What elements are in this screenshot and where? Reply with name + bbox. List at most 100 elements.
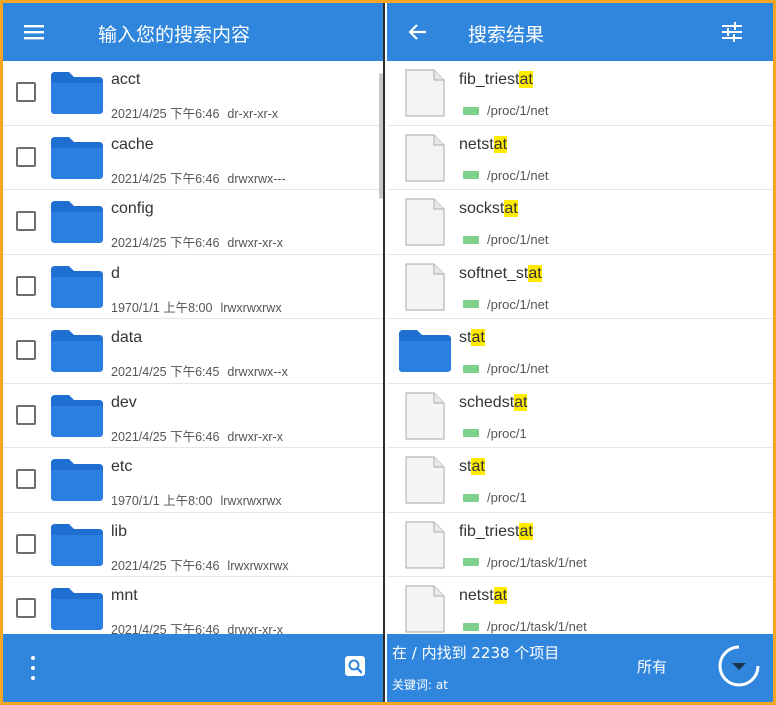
results-count: 在 / 内找到 2238 个项目 <box>392 644 560 662</box>
result-row[interactable]: netstat/proc/1/net <box>387 126 773 190</box>
file-row[interactable]: config 2021/4/25 下午6:46 drwxr-xr-x <box>3 190 383 255</box>
result-name: fib_triestat <box>459 522 533 541</box>
folder-icon <box>49 135 105 186</box>
scrollbar[interactable] <box>379 73 383 199</box>
spinner-icon[interactable] <box>717 644 761 693</box>
file-icon <box>404 262 446 317</box>
match-highlight: at <box>493 587 508 604</box>
result-row[interactable]: fib_triestat/proc/1/task/1/net <box>387 513 773 577</box>
scope-selector[interactable]: 所有 <box>637 656 667 677</box>
file-name: cache <box>111 135 154 153</box>
result-row[interactable]: stat/proc/1 <box>387 448 773 513</box>
match-highlight: at <box>519 71 533 88</box>
file-row[interactable]: dev 2021/4/25 下午6:46 drwxr-xr-x <box>3 384 383 448</box>
file-date: 2021/4/25 下午6:46 <box>111 236 220 250</box>
select-checkbox[interactable] <box>16 598 36 618</box>
result-row[interactable]: softnet_stat/proc/1/net <box>387 255 773 319</box>
folder-icon <box>49 199 105 250</box>
result-name: softnet_stat <box>459 264 542 283</box>
file-meta: 2021/4/25 下午6:45 drwxrwx--x <box>111 361 288 380</box>
file-row[interactable]: d 1970/1/1 上午8:00 lrwxrwxrwx <box>3 255 383 319</box>
file-icon <box>404 197 446 252</box>
folder-icon <box>49 393 105 444</box>
file-name: dev <box>111 393 137 411</box>
search-input-placeholder[interactable]: 输入您的搜索内容 <box>98 20 250 47</box>
folder-icon <box>49 264 105 315</box>
file-meta: 2021/4/25 下午6:46 lrwxrwxrwx <box>111 555 289 574</box>
match-highlight: at <box>493 135 508 153</box>
file-permissions: dr-xr-xr-x <box>227 107 279 121</box>
file-date: 1970/1/1 上午8:00 <box>111 300 213 315</box>
file-browser-pane: 输入您的搜索内容 acct 2021/4/25 下午6:46 dr-xr-xr-x c… <box>3 3 385 702</box>
right-app-bar: 搜索结果 <box>387 3 773 61</box>
file-permissions: drwxrwx--x <box>227 365 288 379</box>
select-checkbox[interactable] <box>16 469 36 489</box>
name-prefix: st <box>459 329 472 346</box>
result-path: /proc/1/net <box>487 167 549 183</box>
tune-icon[interactable] <box>717 17 747 47</box>
file-date: 2021/4/25 下午6:46 <box>111 107 220 121</box>
match-highlight: at <box>514 393 528 411</box>
result-row[interactable]: netstat/proc/1/task/1/net <box>387 577 773 634</box>
file-meta: 2021/4/25 下午6:46 drwxrwx--- <box>111 168 286 187</box>
result-path: /proc/1/task/1/net <box>487 619 587 634</box>
name-prefix: netst <box>459 587 494 604</box>
select-checkbox[interactable] <box>16 533 36 554</box>
search-icon[interactable] <box>345 656 365 681</box>
select-checkbox[interactable] <box>16 340 36 360</box>
result-path: /proc/1 <box>487 425 527 441</box>
result-location: /proc/1/task/1/net <box>463 619 587 634</box>
result-row[interactable]: fib_triestat/proc/1/net <box>387 61 773 126</box>
result-name: sockstat <box>459 200 518 218</box>
file-row[interactable]: acct 2021/4/25 下午6:46 dr-xr-xr-x <box>3 61 383 126</box>
result-path: /proc/1/net <box>487 103 549 118</box>
file-icon <box>404 455 446 510</box>
result-path: /proc/1/net <box>487 232 549 247</box>
file-meta: 2021/4/25 下午6:46 drwxr-xr-x <box>111 426 283 445</box>
result-path: /proc/1/net <box>487 361 549 376</box>
file-icon <box>404 68 446 123</box>
file-meta: 2021/4/25 下午6:46 drwxr-xr-x <box>111 232 283 251</box>
select-checkbox[interactable] <box>16 275 36 296</box>
left-app-bar: 输入您的搜索内容 <box>3 3 383 61</box>
result-row[interactable]: sockstat/proc/1/net <box>387 190 773 255</box>
result-row[interactable]: schedstat/proc/1 <box>387 384 773 448</box>
storage-icon <box>463 622 479 631</box>
result-path: /proc/1 <box>487 490 527 505</box>
select-checkbox[interactable] <box>16 211 36 231</box>
result-row[interactable]: stat/proc/1/net <box>387 319 773 384</box>
select-checkbox[interactable] <box>16 404 36 425</box>
name-prefix: netst <box>459 135 494 153</box>
name-prefix: softnet_st <box>459 264 529 282</box>
folder-icon <box>49 522 105 573</box>
file-row[interactable]: cache 2021/4/25 下午6:46 drwxrwx--- <box>3 126 383 190</box>
select-checkbox[interactable] <box>16 146 36 167</box>
match-highlight: at <box>471 458 485 475</box>
storage-icon <box>463 171 479 179</box>
file-row[interactable]: etc 1970/1/1 上午8:00 lrwxrwxrwx <box>3 448 383 513</box>
more-vert-icon[interactable] <box>27 656 39 680</box>
file-row[interactable]: lib 2021/4/25 下午6:46 lrwxrwxrwx <box>3 513 383 577</box>
menu-icon[interactable] <box>19 17 49 47</box>
name-prefix: fib_triest <box>459 71 520 88</box>
file-permissions: drwxr-xr-x <box>227 236 283 250</box>
folder-icon <box>49 586 105 634</box>
file-name: mnt <box>111 587 138 604</box>
match-highlight: at <box>471 329 485 346</box>
result-location: /proc/1/net <box>463 297 548 312</box>
result-name: stat <box>459 458 485 476</box>
file-permissions: lrwxrwxrwx <box>220 494 282 508</box>
result-location: /proc/1 <box>463 426 527 441</box>
file-date: 1970/1/1 上午8:00 <box>111 494 213 508</box>
arrow-left-icon[interactable] <box>403 17 433 47</box>
storage-icon <box>463 429 479 437</box>
file-row[interactable]: mnt 2021/4/25 下午6:46 drwxr-xr-x <box>3 577 383 634</box>
file-name: acct <box>111 71 141 88</box>
select-checkbox[interactable] <box>16 82 36 102</box>
file-meta: 1970/1/1 上午8:00 lrwxrwxrwx <box>111 297 282 316</box>
folder-icon <box>49 328 105 379</box>
file-date: 2021/4/25 下午6:46 <box>111 171 220 186</box>
result-location: /proc/1/net <box>463 361 548 376</box>
file-row[interactable]: data 2021/4/25 下午6:45 drwxrwx--x <box>3 319 383 384</box>
folder-icon <box>49 70 105 121</box>
